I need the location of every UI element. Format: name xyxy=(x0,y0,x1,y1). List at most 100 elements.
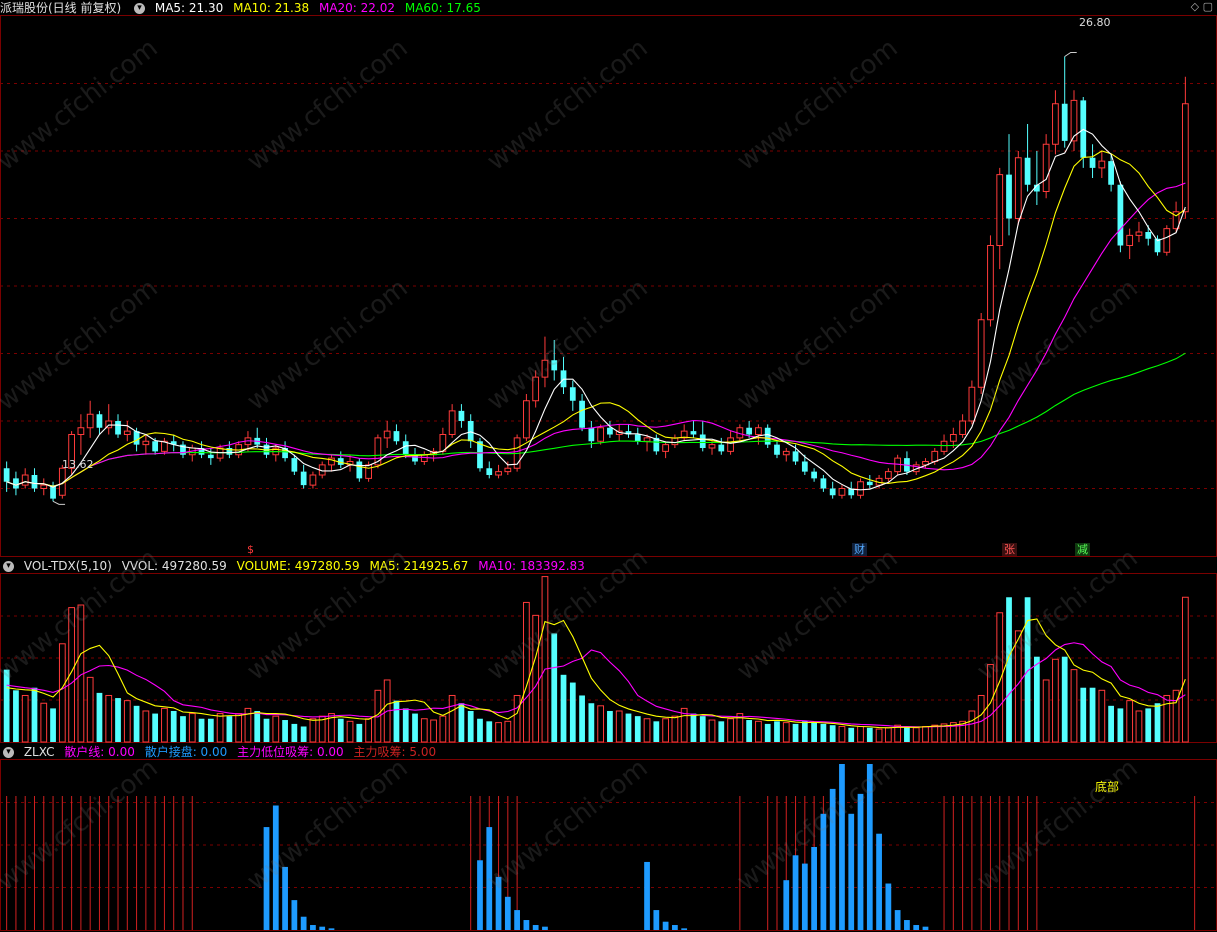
volume-bar xyxy=(513,694,521,743)
zlxc-accumulation-bar xyxy=(801,863,808,930)
volume-bar xyxy=(504,720,512,743)
volume-bar xyxy=(727,718,734,743)
candle-body xyxy=(291,458,298,472)
volume-bar xyxy=(653,721,660,742)
zlxc-accumulation-bar xyxy=(885,883,892,930)
zlxc-accumulation-bar xyxy=(653,910,660,930)
candle-body xyxy=(486,468,493,475)
candle-body xyxy=(86,413,94,429)
volume-bar xyxy=(420,718,428,743)
volume-bar xyxy=(662,718,669,743)
candle-body xyxy=(755,427,762,435)
ma60-line xyxy=(6,352,1186,487)
bottom-signal-label: 底部 xyxy=(1095,780,1120,794)
volume-bar xyxy=(467,710,474,742)
volume-bar xyxy=(207,718,214,742)
candle-body xyxy=(365,464,372,479)
volume-bar xyxy=(430,719,437,743)
zlxc-accumulation-bar xyxy=(644,861,650,930)
volume-bar xyxy=(291,723,298,742)
volume-bar xyxy=(123,700,131,743)
candle-body xyxy=(597,427,605,442)
candle-body xyxy=(690,431,697,435)
volume-bar xyxy=(718,721,725,742)
volume-bar xyxy=(142,710,150,743)
candle-body xyxy=(699,434,706,448)
zlxc-accumulation-bar xyxy=(486,827,493,930)
candle-body xyxy=(931,450,939,462)
zlxc-accumulation-bar xyxy=(894,910,901,930)
volume-bar xyxy=(235,713,243,743)
candle-body xyxy=(402,441,409,455)
volume-bar xyxy=(495,722,502,743)
candle-body xyxy=(1006,174,1012,219)
candle-body xyxy=(1098,160,1106,169)
volume-bar xyxy=(588,703,595,742)
volume-bar xyxy=(838,725,846,743)
zlxc-accumulation-bar xyxy=(310,925,316,930)
volume-bar xyxy=(198,718,205,742)
volume-bar xyxy=(625,713,632,742)
candle-body xyxy=(607,427,613,435)
event-tag-limit-up[interactable]: 张 xyxy=(1002,543,1017,556)
volume-bar xyxy=(40,702,48,743)
zlxc-accumulation-bar xyxy=(681,928,688,930)
candle-body xyxy=(31,475,38,489)
candle-body xyxy=(782,450,790,456)
candle-body xyxy=(718,444,725,452)
event-tag-reduction[interactable]: 减 xyxy=(1075,543,1090,556)
candle-body xyxy=(356,461,363,479)
volume-bar xyxy=(393,700,400,742)
volume-bar xyxy=(133,705,140,742)
event-tag-dividend[interactable]: $ xyxy=(245,543,256,556)
volume-bar xyxy=(170,710,177,742)
candle-body xyxy=(152,441,159,452)
volume-bar xyxy=(643,718,651,743)
candle-body xyxy=(207,454,214,459)
zlxc-accumulation-bar xyxy=(913,925,920,930)
zlxc-accumulation-bar xyxy=(319,926,326,930)
candle-body xyxy=(579,400,585,428)
volume-bar xyxy=(560,674,567,742)
volume-bar xyxy=(115,698,121,742)
volume-bar xyxy=(105,694,113,743)
volume-bar xyxy=(708,719,716,743)
candle-body xyxy=(1126,234,1134,246)
volume-bar xyxy=(1061,656,1068,742)
zlxc-accumulation-bar xyxy=(792,855,799,930)
zlxc-accumulation-bar xyxy=(783,880,790,930)
zlxc-accumulation-bar xyxy=(829,788,836,930)
candle-body xyxy=(133,431,140,445)
candle-body xyxy=(40,484,48,489)
volume-bar xyxy=(634,716,641,742)
volume-bar xyxy=(21,694,29,743)
candle-body xyxy=(792,451,799,462)
volume-bar xyxy=(884,727,892,743)
volume-bar xyxy=(1108,705,1114,742)
candle-body xyxy=(1163,228,1171,253)
zlxc-accumulation-bar xyxy=(514,910,520,930)
candle-body xyxy=(662,444,669,452)
volume-bar xyxy=(1154,703,1161,742)
candle-body xyxy=(1024,157,1031,185)
candle-body xyxy=(495,471,502,476)
volume-bar xyxy=(755,720,762,743)
stock-chart[interactable] xyxy=(0,0,1217,932)
candle-body xyxy=(829,488,836,496)
candle-body xyxy=(996,174,1004,246)
zlxc-accumulation-bar xyxy=(904,920,910,930)
candle-body xyxy=(764,427,771,445)
candle-body xyxy=(477,441,483,469)
candle-body xyxy=(588,427,595,442)
volume-bar xyxy=(1070,669,1078,743)
zlxc-accumulation-bar xyxy=(672,925,678,930)
event-tag-finance[interactable]: 财 xyxy=(852,543,867,556)
candle-body xyxy=(987,245,994,321)
candle-body xyxy=(448,410,456,435)
volume-bar xyxy=(829,725,836,742)
candle-body xyxy=(1135,231,1143,236)
volume-bar xyxy=(3,669,10,742)
volume-bar xyxy=(448,694,456,743)
zlxc-accumulation-bar xyxy=(820,813,827,930)
candle-body xyxy=(857,481,864,496)
